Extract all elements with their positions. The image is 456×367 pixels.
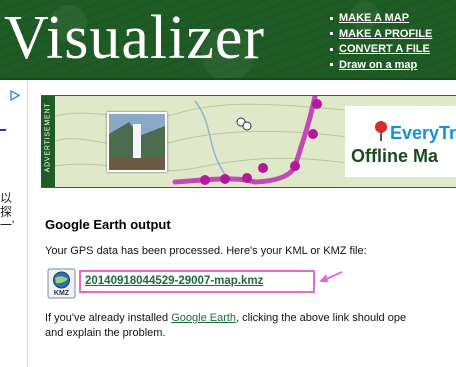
rail-link-fragment[interactable] xyxy=(0,129,6,131)
ad-side-label: ADVERTISEMENT xyxy=(41,96,55,187)
bullet-icon xyxy=(330,47,333,51)
kmz-icon-label: KMZ xyxy=(53,290,70,297)
advertisement-banner[interactable]: ADVERTISEMENT EveryTr Offline Ma xyxy=(41,95,456,188)
nav-item-make-profile[interactable]: MAKE A PROFILE xyxy=(330,27,432,43)
ad-brand-panel[interactable]: EveryTr Offline Ma xyxy=(345,106,456,177)
nav-item-draw-on-map[interactable]: Draw on a map xyxy=(330,58,432,74)
adchoices-icon[interactable] xyxy=(9,90,20,101)
site-logo[interactable]: Visualizer xyxy=(4,2,265,74)
bullet-icon xyxy=(330,63,333,67)
ad-brand-name: EveryTr xyxy=(390,123,456,143)
waterfall-photo xyxy=(107,112,167,172)
install-note: If you've already installed Google Earth… xyxy=(45,312,407,324)
page-title: Google Earth output xyxy=(45,217,171,232)
rail-text: 一' xyxy=(0,218,15,232)
install-note-continued: and explain the problem. xyxy=(45,327,166,339)
kmz-download-link[interactable]: 20140918044529-29007-map.kmz xyxy=(85,275,263,287)
google-earth-link[interactable]: Google Earth xyxy=(171,312,236,324)
bullet-icon xyxy=(330,32,333,36)
nav-item-convert-file[interactable]: CONVERT A FILE xyxy=(330,42,432,58)
topo-map-image xyxy=(55,96,355,187)
map-pin-icon xyxy=(375,121,387,141)
bullet-icon xyxy=(330,16,333,20)
highlight-arrow-icon xyxy=(319,271,343,282)
nav-item-make-map[interactable]: MAKE A MAP xyxy=(330,11,432,27)
download-link-highlight: 20140918044529-29007-map.kmz xyxy=(79,270,315,293)
main-nav: MAKE A MAP MAKE A PROFILE CONVERT A FILE… xyxy=(330,11,432,73)
status-message: Your GPS data has been processed. Here's… xyxy=(45,245,367,257)
ad-tagline: Offline Ma xyxy=(351,146,439,166)
site-header: Visualizer MAKE A MAP MAKE A PROFILE CON… xyxy=(0,0,456,80)
